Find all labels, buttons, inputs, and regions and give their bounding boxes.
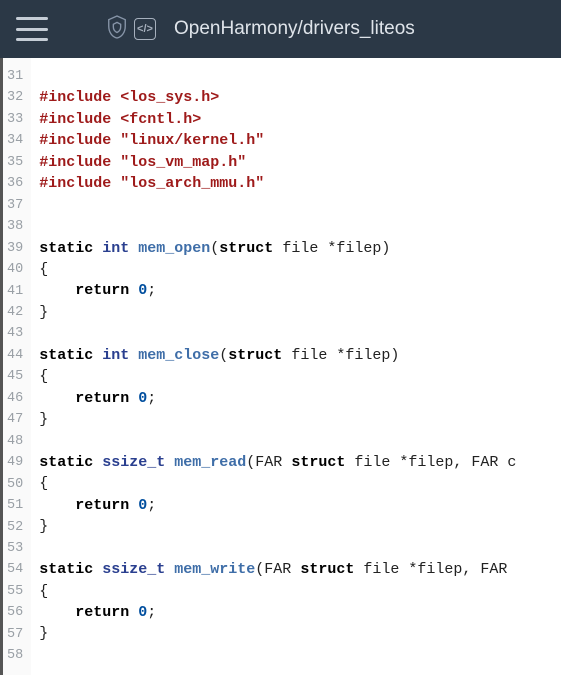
code-line: { — [39, 473, 561, 494]
line-number: 48 — [3, 431, 31, 452]
code-line: return 0; — [39, 280, 561, 301]
menu-icon[interactable] — [16, 17, 48, 41]
code-line — [39, 66, 561, 87]
code-line: #include <fcntl.h> — [39, 109, 561, 130]
line-number: 39 — [3, 238, 31, 259]
app-header: </> OpenHarmony/drivers_liteos — [0, 0, 561, 58]
line-number: 51 — [3, 495, 31, 516]
line-number: 58 — [3, 645, 31, 666]
code-line: #include "los_vm_map.h" — [39, 152, 561, 173]
line-number: 33 — [3, 109, 31, 130]
line-number: 50 — [3, 474, 31, 495]
code-line: { — [39, 366, 561, 387]
code-line: { — [39, 581, 561, 602]
line-number: 56 — [3, 602, 31, 623]
code-line — [39, 538, 561, 559]
code-viewer: 3132333435363738394041424344454647484950… — [0, 58, 561, 675]
code-line: return 0; — [39, 602, 561, 623]
code-line: static int mem_open(struct file *filep) — [39, 238, 561, 259]
shield-icon — [106, 14, 128, 45]
line-number: 35 — [3, 152, 31, 173]
line-number: 57 — [3, 624, 31, 645]
line-number: 32 — [3, 87, 31, 108]
code-line: } — [39, 623, 561, 644]
line-number: 36 — [3, 173, 31, 194]
line-number: 42 — [3, 302, 31, 323]
line-number: 46 — [3, 388, 31, 409]
line-number: 45 — [3, 366, 31, 387]
code-line: return 0; — [39, 495, 561, 516]
line-number: 44 — [3, 345, 31, 366]
line-number: 40 — [3, 259, 31, 280]
code-content[interactable]: #include <los_sys.h>#include <fcntl.h>#i… — [31, 58, 561, 675]
line-number: 41 — [3, 281, 31, 302]
line-number: 31 — [3, 66, 31, 87]
line-number: 37 — [3, 195, 31, 216]
line-number: 54 — [3, 559, 31, 580]
code-line — [39, 430, 561, 451]
code-line: static int mem_close(struct file *filep) — [39, 345, 561, 366]
code-line: } — [39, 516, 561, 537]
code-line: } — [39, 302, 561, 323]
code-line: } — [39, 409, 561, 430]
code-line — [39, 323, 561, 344]
line-number: 43 — [3, 323, 31, 344]
code-icon: </> — [134, 18, 156, 40]
code-line — [39, 195, 561, 216]
code-line — [39, 645, 561, 666]
line-number-gutter: 3132333435363738394041424344454647484950… — [0, 58, 31, 675]
code-line — [39, 216, 561, 237]
line-number: 49 — [3, 452, 31, 473]
code-line: { — [39, 259, 561, 280]
code-line: static ssize_t mem_write(FAR struct file… — [39, 559, 561, 580]
code-line: return 0; — [39, 388, 561, 409]
header-icons: </> — [106, 14, 156, 45]
line-number: 47 — [3, 409, 31, 430]
code-line: #include <los_sys.h> — [39, 87, 561, 108]
code-line: #include "linux/kernel.h" — [39, 130, 561, 151]
line-number: 55 — [3, 581, 31, 602]
code-line: #include "los_arch_mmu.h" — [39, 173, 561, 194]
line-number: 52 — [3, 517, 31, 538]
line-number: 34 — [3, 130, 31, 151]
line-number: 53 — [3, 538, 31, 559]
line-number: 38 — [3, 216, 31, 237]
breadcrumb[interactable]: OpenHarmony/drivers_liteos — [174, 18, 415, 40]
code-line: static ssize_t mem_read(FAR struct file … — [39, 452, 561, 473]
